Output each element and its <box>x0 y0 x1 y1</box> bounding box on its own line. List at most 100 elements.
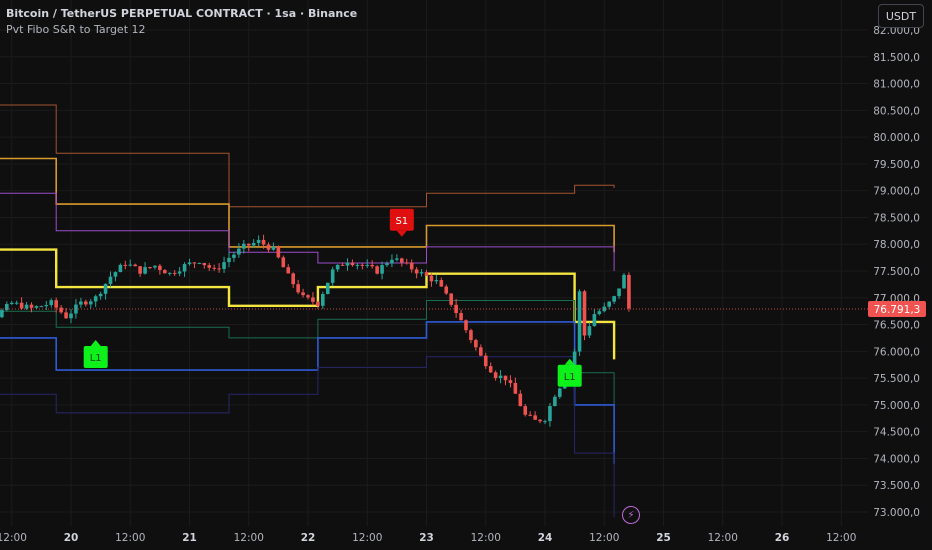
symbol-title[interactable]: Bitcoin / TetherUS PERPETUAL CONTRACT · … <box>6 6 357 22</box>
candle-body <box>316 301 320 306</box>
candle-body <box>281 257 286 268</box>
lightning-icon[interactable]: ⚡ <box>622 506 640 524</box>
last-price-label: 76.791,3 <box>874 304 921 316</box>
signal-label: S1 <box>395 216 408 227</box>
price-tick-label: 79.500,0 <box>873 159 920 171</box>
candle-body <box>469 330 473 341</box>
candle-body <box>627 274 631 309</box>
candle-body <box>227 257 231 263</box>
candle-body <box>246 243 251 246</box>
candle-body <box>321 294 325 306</box>
candle-body <box>400 258 404 263</box>
candle-body <box>59 307 63 313</box>
candle-body <box>553 396 557 407</box>
candle-body <box>523 406 528 415</box>
candle-body <box>479 347 483 356</box>
time-tick-label: 21 <box>182 532 197 544</box>
price-tick-label: 78.500,0 <box>873 212 920 224</box>
candle-body <box>271 246 276 250</box>
candle-body <box>380 265 384 274</box>
candle-body <box>64 312 68 319</box>
price-tick-label: 75.000,0 <box>873 400 920 412</box>
candle-body <box>69 313 73 319</box>
candle-body <box>118 264 123 273</box>
candle-body <box>286 267 291 274</box>
candle-body <box>84 301 88 305</box>
candle-body <box>187 262 192 265</box>
candle-body <box>602 306 607 312</box>
candle-body <box>88 301 93 305</box>
candle-body <box>44 305 49 307</box>
candle-body <box>528 414 532 416</box>
candle-body <box>488 366 493 373</box>
price-tick-label: 80.500,0 <box>873 105 920 117</box>
candle-body <box>592 314 597 327</box>
time-tick-label: 12:00 <box>352 532 382 544</box>
candle-body <box>113 272 118 277</box>
candle-body <box>167 272 172 274</box>
chart-header: Bitcoin / TetherUS PERPETUAL CONTRACT · … <box>6 6 357 37</box>
candle-body <box>607 301 611 307</box>
time-tick-label: 25 <box>656 532 671 544</box>
time-tick-label: 12:00 <box>826 532 856 544</box>
price-chart[interactable]: S1L1L182.000,081.500,081.000,080.500,080… <box>0 0 932 550</box>
candle-body <box>172 272 177 274</box>
candle-body <box>212 267 216 269</box>
candle-body <box>622 274 626 289</box>
time-tick-label: 22 <box>301 532 316 544</box>
candle-body <box>503 375 508 381</box>
candle-body <box>414 269 419 274</box>
candle-body <box>340 264 345 266</box>
candle-body <box>158 265 162 271</box>
candle-body <box>14 302 19 304</box>
last-price-tag: 76.791,3 <box>868 300 926 317</box>
candle-body <box>474 340 478 348</box>
time-tick-label: 12:00 <box>589 532 619 544</box>
candle-body <box>483 355 488 367</box>
candle-body <box>207 265 212 268</box>
price-tick-label: 81.500,0 <box>873 52 920 64</box>
candle-body <box>301 292 305 296</box>
candle-body <box>138 266 142 274</box>
candle-body <box>177 271 182 274</box>
candle-body <box>360 264 365 266</box>
candle-body <box>385 263 389 266</box>
indicator-legend[interactable]: Pvt Fibo S&R to Target 12 <box>6 22 357 37</box>
candle-body <box>582 291 587 336</box>
candle-body <box>597 311 602 315</box>
price-tick-label: 75.500,0 <box>873 373 920 385</box>
candle-body <box>192 262 197 264</box>
candle-body <box>182 264 187 272</box>
candle-body <box>429 275 434 282</box>
candle-body <box>296 284 300 293</box>
price-axis: 82.000,081.500,081.000,080.500,080.000,0… <box>868 0 932 550</box>
candle-body <box>459 313 463 321</box>
candle-body <box>345 262 350 266</box>
price-tick-label: 76.500,0 <box>873 320 920 332</box>
candle-body <box>449 293 453 305</box>
time-tick-label: 12:00 <box>115 532 145 544</box>
candle-body <box>577 291 582 352</box>
time-tick-label: 24 <box>538 532 553 544</box>
candle-body <box>325 282 330 295</box>
candle-body <box>464 320 468 331</box>
candle-body <box>543 421 547 423</box>
time-tick-label: 12:00 <box>471 532 501 544</box>
candle-body <box>306 295 310 298</box>
signal-label: L1 <box>564 372 576 383</box>
candle-body <box>548 406 552 422</box>
candle-body <box>153 265 157 268</box>
candle-body <box>439 280 444 287</box>
candle-body <box>518 393 523 407</box>
candle-body <box>123 264 128 266</box>
candle-body <box>9 302 14 305</box>
price-tick-label: 74.500,0 <box>873 427 920 439</box>
candle-body <box>266 244 271 250</box>
time-tick-label: 20 <box>64 532 79 544</box>
candle-body <box>79 301 83 305</box>
candle-body <box>311 297 315 302</box>
candle-body <box>261 239 266 245</box>
price-tick-label: 81.000,0 <box>873 79 920 91</box>
price-tick-label: 73.000,0 <box>873 507 920 519</box>
currency-button[interactable]: USDT <box>878 4 924 28</box>
